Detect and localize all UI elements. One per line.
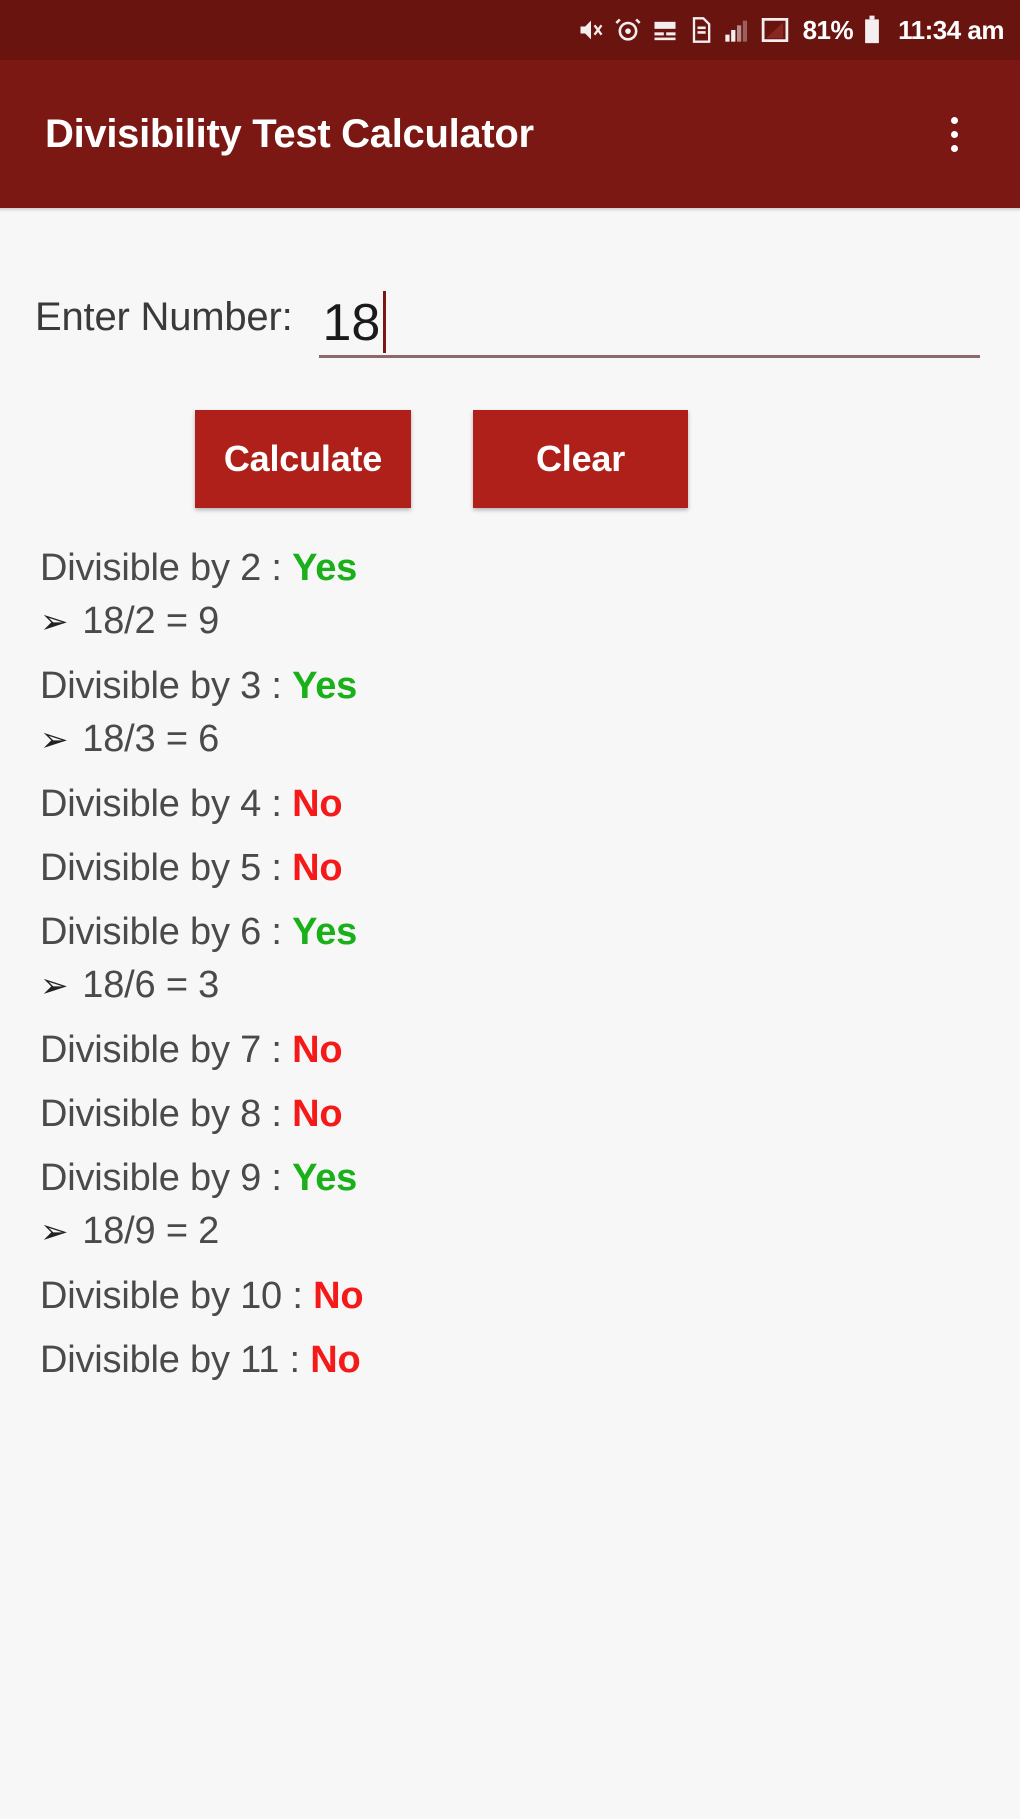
- result-line: Divisible by 11 : No: [40, 1328, 1020, 1392]
- result-detail: ➢ 18/9 = 2: [40, 1210, 1020, 1264]
- wifi-calling-icon: [651, 16, 679, 44]
- result-verdict: No: [292, 847, 343, 889]
- sd-card-icon: [688, 16, 714, 44]
- result-label: Divisible by 4 :: [40, 783, 293, 825]
- clear-button[interactable]: Clear: [473, 410, 688, 508]
- result-detail: ➢ 18/2 = 9: [40, 600, 1020, 654]
- status-bar: 81% 11:34 am: [0, 0, 1020, 60]
- result-item: Divisible by 4 : No: [40, 772, 1020, 836]
- result-detail-text: 18/6 = 3: [82, 964, 220, 1006]
- overflow-dot: [950, 116, 958, 124]
- result-label: Divisible by 9 :: [40, 1157, 293, 1199]
- result-label: Divisible by 5 :: [40, 847, 293, 889]
- mute-icon: [577, 16, 605, 44]
- result-detail-text: 18/2 = 9: [82, 600, 220, 642]
- overflow-dot: [950, 130, 958, 138]
- result-line: Divisible by 4 : No: [40, 772, 1020, 836]
- overflow-dot: [950, 144, 958, 152]
- result-line: Divisible by 3 : Yes: [40, 654, 1020, 718]
- result-item: Divisible by 11 : No: [40, 1328, 1020, 1392]
- result-label: Divisible by 7 :: [40, 1029, 293, 1071]
- result-label: Divisible by 10 :: [40, 1275, 314, 1317]
- result-verdict: Yes: [292, 665, 358, 707]
- result-line: Divisible by 5 : No: [40, 836, 1020, 900]
- result-line: Divisible by 10 : No: [40, 1264, 1020, 1328]
- number-input-row: Enter Number: 18: [0, 212, 1020, 358]
- result-detail-text: 18/3 = 6: [82, 718, 220, 760]
- battery-percent-label: 81%: [802, 14, 854, 45]
- result-label: Divisible by 6 :: [40, 911, 293, 953]
- result-item: Divisible by 6 : Yes ➢ 18/6 = 3: [40, 900, 1020, 1018]
- arrow-right-icon: ➢: [40, 603, 69, 641]
- result-verdict: No: [310, 1339, 361, 1381]
- result-detail: ➢ 18/6 = 3: [40, 964, 1020, 1018]
- result-item: Divisible by 9 : Yes ➢ 18/9 = 2: [40, 1146, 1020, 1264]
- result-label: Divisible by 11 :: [40, 1339, 311, 1381]
- result-item: Divisible by 2 : Yes ➢ 18/2 = 9: [40, 536, 1020, 654]
- result-verdict: Yes: [292, 911, 358, 953]
- result-item: Divisible by 3 : Yes ➢ 18/3 = 6: [40, 654, 1020, 772]
- result-detail-text: 18/9 = 2: [82, 1210, 220, 1252]
- result-label: Divisible by 3 :: [40, 665, 293, 707]
- result-line: Divisible by 7 : No: [40, 1018, 1020, 1082]
- app-toolbar: Divisibility Test Calculator: [0, 60, 1020, 208]
- result-line: Divisible by 2 : Yes: [40, 536, 1020, 600]
- result-verdict: No: [292, 783, 343, 825]
- result-line: Divisible by 9 : Yes: [40, 1146, 1020, 1210]
- arrow-right-icon: ➢: [40, 721, 69, 759]
- divisibility-results-list: Divisible by 2 : Yes ➢ 18/2 = 9 Divisible b…: [0, 508, 1020, 1392]
- battery-icon: [862, 15, 882, 45]
- arrow-right-icon: ➢: [40, 967, 69, 1005]
- app-root: 81% 11:34 am Divisibility Test Calculato…: [0, 0, 1020, 1819]
- status-clock: 11:34 am: [898, 14, 1004, 45]
- number-input[interactable]: 18: [318, 286, 980, 358]
- result-detail: ➢ 18/3 = 6: [40, 718, 1020, 772]
- result-label: Divisible by 8 :: [40, 1093, 293, 1135]
- main-content: Enter Number: 18 Calculate Clear Divisib…: [0, 212, 1020, 1392]
- result-verdict: Yes: [292, 547, 358, 589]
- status-icons-group: 81% 11:34 am: [577, 0, 1004, 60]
- result-item: Divisible by 10 : No: [40, 1264, 1020, 1328]
- result-label: Divisible by 2 :: [40, 547, 293, 589]
- result-verdict: Yes: [292, 1157, 358, 1199]
- result-item: Divisible by 7 : No: [40, 1018, 1020, 1082]
- calculate-button[interactable]: Calculate: [195, 410, 411, 508]
- result-line: Divisible by 8 : No: [40, 1082, 1020, 1146]
- arrow-right-icon: ➢: [40, 1213, 69, 1251]
- text-caret: [383, 291, 387, 353]
- result-verdict: No: [313, 1275, 364, 1317]
- result-line: Divisible by 6 : Yes: [40, 900, 1020, 964]
- alarm-icon: [614, 16, 642, 44]
- overflow-menu-icon[interactable]: [922, 102, 986, 166]
- enter-number-label: Enter Number:: [35, 295, 293, 339]
- network-icon: [760, 15, 790, 45]
- page-title: Divisibility Test Calculator: [45, 111, 534, 156]
- result-verdict: No: [292, 1093, 343, 1135]
- signal-bars-icon: [723, 16, 751, 44]
- action-button-row: Calculate Clear: [0, 358, 1020, 508]
- number-input-value: 18: [322, 294, 381, 352]
- result-verdict: No: [292, 1029, 343, 1071]
- result-item: Divisible by 8 : No: [40, 1082, 1020, 1146]
- result-item: Divisible by 5 : No: [40, 836, 1020, 900]
